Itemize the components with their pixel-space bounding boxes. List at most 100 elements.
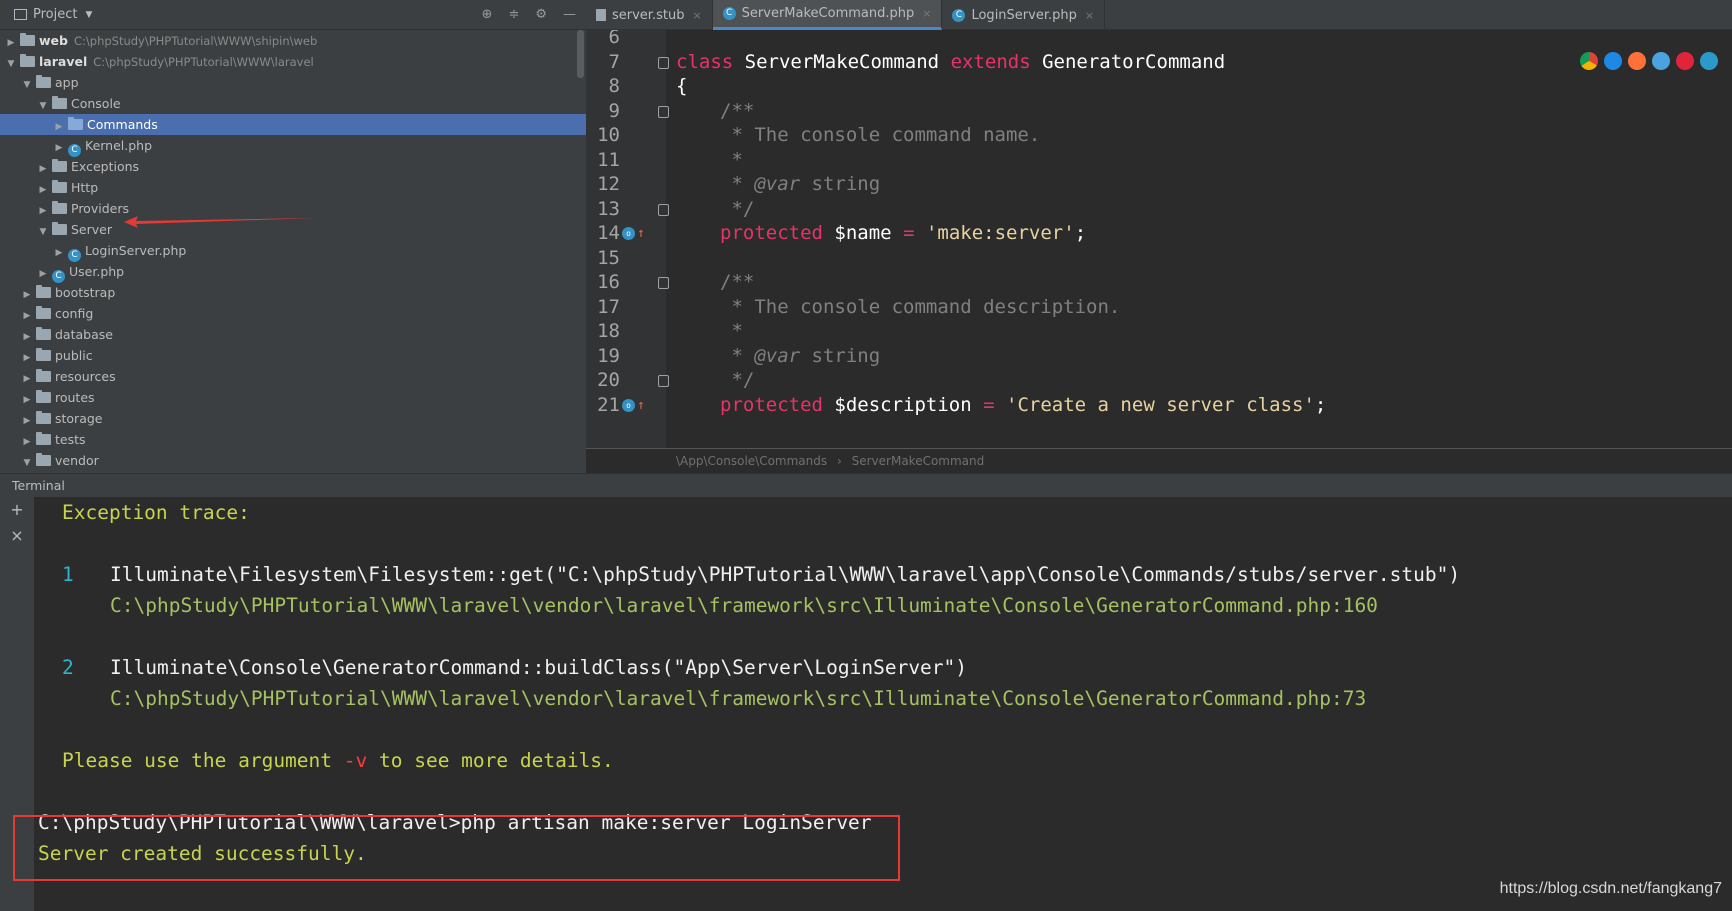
close-icon[interactable]: ×	[922, 7, 931, 20]
line-number: 13	[597, 197, 620, 220]
tree-item-console[interactable]: ▼ Console	[0, 93, 586, 114]
line-number: 11	[597, 148, 620, 171]
line-number: 10	[597, 124, 620, 146]
code-text: *	[720, 320, 743, 342]
tree-item-label: app	[55, 75, 79, 90]
tree-item-public[interactable]: ▶ public	[0, 345, 586, 366]
breadcrumb-namespace[interactable]: \App\Console\Commands	[676, 454, 827, 468]
folder-icon	[20, 54, 35, 67]
breadcrumb-class[interactable]: ServerMakeCommand	[852, 454, 985, 468]
tab-loginserver-php[interactable]: C LoginServer.php ×	[942, 0, 1106, 30]
tree-item-label: tests	[55, 432, 86, 447]
code-text: * The console command name.	[720, 124, 1041, 146]
locate-file-icon[interactable]: ⊕	[482, 7, 493, 22]
expand-down-icon[interactable]: ▼	[20, 453, 34, 473]
line-number: 19	[597, 344, 620, 367]
fold-marker-icon[interactable]	[658, 375, 669, 387]
tree-item-label: User.php	[69, 264, 125, 279]
tree-item-resources[interactable]: ▶ resources	[0, 366, 586, 387]
code-area[interactable]: 6 7 class ServerMakeCommand extends Genera…	[586, 30, 1732, 448]
tree-item-kernel-php[interactable]: ▶ C Kernel.php	[0, 135, 586, 157]
code-line: 10 * The console command name.	[586, 122, 1732, 149]
tab-label: ServerMakeCommand.php	[741, 6, 915, 21]
opera-icon[interactable]	[1676, 52, 1694, 70]
collapse-all-icon[interactable]: ≑	[508, 7, 519, 22]
folder-icon	[36, 285, 51, 298]
project-toolbar: ⊕ ≑ ⚙ —	[482, 7, 576, 22]
close-icon[interactable]: ×	[692, 9, 701, 22]
tree-item-routes[interactable]: ▶ routes	[0, 387, 586, 408]
code-line: 11 *	[586, 147, 1732, 174]
tree-item-database[interactable]: ▶ database	[0, 324, 586, 345]
tree-item-storage[interactable]: ▶ storage	[0, 408, 586, 429]
tree-item-exceptions[interactable]: ▶ Exceptions	[0, 156, 586, 177]
override-icon[interactable]: o	[622, 227, 635, 240]
code-text: */	[720, 369, 755, 391]
editor-panel: server.stub × C ServerMakeCommand.php × C Logi…	[586, 0, 1732, 473]
code-line: 21 protected $description = 'Create a new…	[586, 392, 1732, 419]
gear-icon[interactable]: ⚙	[535, 7, 547, 22]
tree-item-label: routes	[55, 390, 95, 405]
fold-marker-icon[interactable]	[658, 277, 669, 289]
code-text: *	[720, 148, 743, 171]
hint-text-before: Please use the argument	[62, 749, 344, 772]
chevron-down-icon[interactable]: ▼	[85, 10, 92, 20]
tree-item-bootstrap[interactable]: ▶ bootstrap	[0, 282, 586, 303]
project-icon	[14, 9, 27, 20]
tree-scrollbar[interactable]	[577, 30, 584, 78]
tree-item-commands[interactable]: ▶ Commands	[0, 114, 586, 135]
terminal-header: Terminal	[0, 473, 1732, 497]
tree-item-app[interactable]: ▼ app	[0, 72, 586, 93]
breadcrumb-separator: ›	[836, 454, 842, 468]
tree-item-loginserver-php[interactable]: ▶ C LoginServer.php	[0, 240, 586, 262]
tree-item-http[interactable]: ▶ Http	[0, 177, 586, 198]
tab-server-stub[interactable]: server.stub ×	[586, 0, 713, 30]
code-text: class ServerMakeCommand extends Generato…	[676, 50, 1226, 73]
project-panel-header[interactable]: Project ▼ ⊕ ≑ ⚙ —	[0, 0, 586, 30]
override-icon[interactable]: o	[622, 398, 635, 412]
line-number: 17	[597, 295, 620, 318]
trace-number: 1	[62, 563, 74, 586]
project-panel-title[interactable]: Project	[33, 7, 77, 22]
tree-item-label: database	[55, 327, 113, 342]
tree-item-path: C:\phpStudy\PHPTutorial\WWW\shipin\web	[73, 34, 318, 48]
tree-item-user-php[interactable]: ▶ C User.php	[0, 261, 586, 283]
tree-item-vendor[interactable]: ▼ vendor	[0, 450, 586, 471]
line-number: 9	[608, 99, 620, 122]
tab-servermakecommand-php[interactable]: C ServerMakeCommand.php ×	[712, 0, 943, 30]
project-panel: Project ▼ ⊕ ≑ ⚙ — ▶ web C:\phpStudy\PHPTut…	[0, 0, 586, 473]
override-arrow-icon: ↑	[637, 397, 645, 413]
folder-icon	[36, 432, 51, 445]
close-icon[interactable]: ×	[1085, 9, 1094, 22]
fold-marker-icon[interactable]	[658, 203, 669, 216]
minimize-icon[interactable]: —	[563, 7, 576, 22]
tree-item-web[interactable]: ▶ web C:\phpStudy\PHPTutorial\WWW\shipin\w…	[0, 30, 586, 51]
code-text: * The console command description.	[720, 295, 1121, 318]
code-text: * @var string	[720, 173, 881, 195]
code-line: 20 */	[586, 367, 1732, 394]
code-line: 18 *	[586, 318, 1732, 345]
folder-icon	[36, 411, 51, 424]
tree-item-label: storage	[55, 411, 103, 426]
add-terminal-icon[interactable]: +	[0, 497, 34, 523]
code-line: 9 /**	[586, 98, 1732, 125]
class-icon: C	[722, 7, 736, 20]
trace-call: Illuminate\Console\GeneratorCommand::bui…	[110, 656, 968, 679]
tree-item-tests[interactable]: ▶ tests	[0, 429, 586, 450]
tree-item-label: vendor	[55, 453, 99, 468]
fold-marker-icon[interactable]	[658, 105, 669, 118]
code-text: {	[676, 75, 688, 97]
terminal-title[interactable]: Terminal	[12, 478, 65, 493]
close-terminal-icon[interactable]: ×	[0, 523, 34, 549]
edge-icon[interactable]	[1700, 52, 1718, 70]
firefox-icon[interactable]	[1628, 52, 1646, 70]
tree-item-label: Kernel.php	[85, 138, 153, 153]
tree-item-laravel[interactable]: ▼ laravel C:\phpStudy\PHPTutorial\WWW\lara…	[0, 51, 586, 72]
fold-marker-icon[interactable]	[658, 56, 669, 69]
chrome-icon[interactable]	[1580, 52, 1598, 70]
override-arrow-icon: ↑	[637, 226, 645, 241]
tree-item-config[interactable]: ▶ config	[0, 303, 586, 324]
ie-icon[interactable]	[1604, 52, 1622, 70]
folder-icon	[20, 33, 35, 46]
safari-icon[interactable]	[1652, 52, 1670, 70]
